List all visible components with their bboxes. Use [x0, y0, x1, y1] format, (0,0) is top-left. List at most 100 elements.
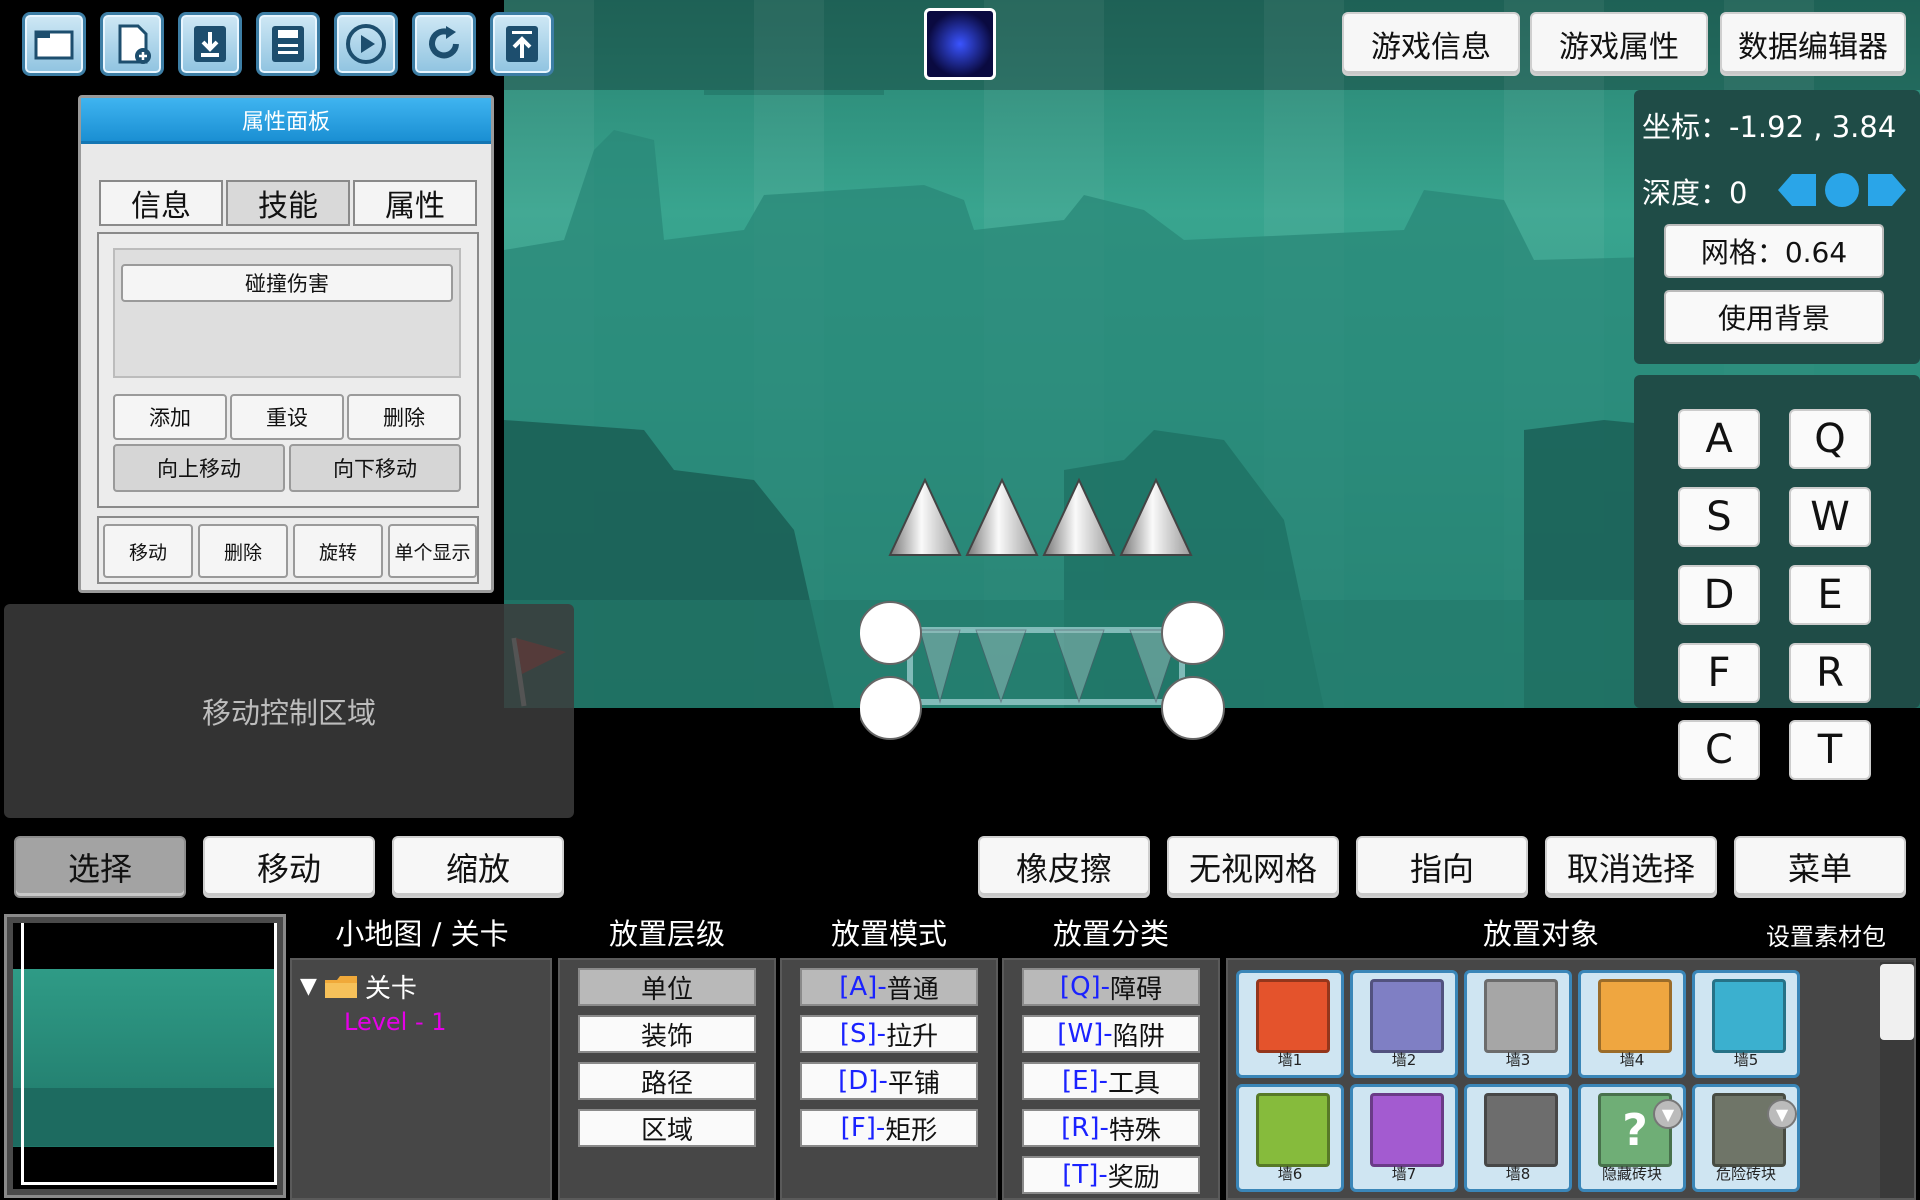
- level-tree: ▼ 关卡 Level - 1: [290, 958, 552, 1200]
- place-mode-title: 放置模式: [830, 917, 947, 951]
- minimap[interactable]: [4, 914, 286, 1198]
- tab-skills[interactable]: 技能: [226, 180, 350, 226]
- move-up-button[interactable]: 向上移动: [113, 444, 285, 492]
- key-f[interactable]: F: [1678, 643, 1760, 703]
- minimap-title: 小地图 / 关卡: [335, 917, 509, 951]
- wall-swatch: [1712, 979, 1786, 1053]
- game-thumbnail[interactable]: [924, 8, 996, 80]
- refresh-icon[interactable]: [412, 12, 476, 76]
- key-s[interactable]: S: [1678, 487, 1760, 547]
- object-hidden-block[interactable]: ? 隐藏砖块 ▼: [1578, 1084, 1686, 1192]
- eraser-button[interactable]: 橡皮擦: [978, 836, 1150, 898]
- grid-size-button[interactable]: 网格：0.64: [1664, 224, 1884, 278]
- data-editor-button[interactable]: 数据编辑器: [1720, 12, 1906, 76]
- list-item[interactable]: 碰撞伤害: [121, 264, 453, 302]
- depth-value: 0: [1729, 176, 1748, 210]
- delete-button[interactable]: 删除: [347, 394, 461, 440]
- category-trap[interactable]: [W]- 陷阱: [1022, 1015, 1200, 1053]
- object-wall-1[interactable]: 墙1: [1236, 970, 1344, 1078]
- key-a[interactable]: A: [1678, 409, 1760, 469]
- key-q[interactable]: Q: [1789, 409, 1871, 469]
- key-e[interactable]: E: [1789, 565, 1871, 625]
- use-background-button[interactable]: 使用背景: [1664, 290, 1884, 344]
- object-label: 危险砖块: [1715, 1165, 1776, 1183]
- move-mode-button[interactable]: 移动: [203, 836, 375, 898]
- download-icon[interactable]: [178, 12, 242, 76]
- new-file-icon[interactable]: [100, 12, 164, 76]
- dropdown-arrow-icon[interactable]: ▼: [1653, 1099, 1683, 1129]
- expand-triangle-icon[interactable]: ▼: [300, 974, 317, 999]
- object-wall-3[interactable]: 墙3: [1464, 970, 1572, 1078]
- rotate-button[interactable]: 旋转: [293, 524, 383, 578]
- save-icon[interactable]: [256, 12, 320, 76]
- category-obstacle[interactable]: [Q]- 障碍: [1022, 968, 1200, 1006]
- dropdown-arrow-icon[interactable]: ▼: [1767, 1099, 1797, 1129]
- tab-info[interactable]: 信息: [99, 180, 223, 226]
- mode-stretch[interactable]: [S]- 拉升: [800, 1015, 978, 1053]
- set-asset-pack-link[interactable]: 设置素材包: [1766, 916, 1886, 952]
- upload-icon[interactable]: [490, 12, 554, 76]
- mode-rect[interactable]: [F]- 矩形: [800, 1109, 978, 1147]
- object-label: 墙1: [1277, 1051, 1303, 1069]
- object-wall-7[interactable]: 墙7: [1350, 1084, 1458, 1192]
- skill-section: 碰撞伤害 添加 重设 删除 向上移动 向下移动: [97, 232, 479, 508]
- wall-swatch: [1370, 979, 1444, 1053]
- property-panel: 属性面板 信息 技能 属性 碰撞伤害 添加 重设 删除 向上移动 向下移动 移动…: [78, 95, 494, 593]
- category-special[interactable]: [R]- 特殊: [1022, 1109, 1200, 1147]
- key-t[interactable]: T: [1789, 720, 1871, 780]
- objects-panel: 墙1 墙2 墙3 墙4 墙5 墙6 墙7 墙8 ? 隐藏砖块 ▼ 危险砖块 ▼: [1226, 958, 1916, 1200]
- category-tool[interactable]: [E]- 工具: [1022, 1062, 1200, 1100]
- wall-swatch: [1484, 1093, 1558, 1167]
- category-key: [W]-: [1057, 1019, 1113, 1049]
- deselect-button[interactable]: 取消选择: [1545, 836, 1717, 898]
- minimap-view-frame: [21, 923, 277, 1185]
- layer-path[interactable]: 路径: [578, 1062, 756, 1100]
- mode-normal[interactable]: [A]- 普通: [800, 968, 978, 1006]
- place-mode-panel: [A]- 普通 [S]- 拉升 [D]- 平铺 [F]- 矩形: [780, 958, 998, 1200]
- object-wall-2[interactable]: 墙2: [1350, 970, 1458, 1078]
- move-control-area[interactable]: 移动控制区域: [4, 604, 574, 818]
- key-w[interactable]: W: [1789, 487, 1871, 547]
- play-icon[interactable]: [334, 12, 398, 76]
- mode-tile[interactable]: [D]- 平铺: [800, 1062, 978, 1100]
- object-wall-6[interactable]: 墙6: [1236, 1084, 1344, 1192]
- scrollbar-thumb[interactable]: [1880, 964, 1914, 1040]
- category-key: [Q]-: [1059, 972, 1111, 1002]
- category-label: 工具: [1108, 1068, 1161, 1099]
- object-danger-block[interactable]: 危险砖块 ▼: [1692, 1084, 1800, 1192]
- direction-button[interactable]: 指向: [1356, 836, 1528, 898]
- category-reward[interactable]: [T]- 奖励: [1022, 1156, 1200, 1194]
- move-object-button[interactable]: 移动: [103, 524, 193, 578]
- ignore-grid-button[interactable]: 无视网格: [1167, 836, 1339, 898]
- object-wall-4[interactable]: 墙4: [1578, 970, 1686, 1078]
- depth-readout: 深度：0: [1642, 170, 1747, 212]
- scale-mode-button[interactable]: 缩放: [392, 836, 564, 898]
- object-wall-5[interactable]: 墙5: [1692, 970, 1800, 1078]
- key-c[interactable]: C: [1678, 720, 1760, 780]
- layer-area[interactable]: 区域: [578, 1109, 756, 1147]
- depth-slider[interactable]: [1776, 170, 1908, 210]
- layer-title: 放置层级: [608, 917, 725, 951]
- mode-label: 拉升: [886, 1021, 939, 1052]
- delete-object-button[interactable]: 删除: [198, 524, 288, 578]
- open-folder-icon[interactable]: [22, 12, 86, 76]
- tab-attributes[interactable]: 属性: [353, 180, 477, 226]
- mode-label: 普通: [886, 974, 939, 1005]
- layer-decoration[interactable]: 装饰: [578, 1015, 756, 1053]
- game-info-button[interactable]: 游戏信息: [1342, 12, 1520, 76]
- level-item[interactable]: Level - 1: [344, 1008, 447, 1036]
- add-button[interactable]: 添加: [113, 394, 227, 440]
- layer-unit[interactable]: 单位: [578, 968, 756, 1006]
- menu-button[interactable]: 菜单: [1734, 836, 1906, 898]
- tree-root[interactable]: ▼ 关卡: [300, 968, 417, 1005]
- object-wall-8[interactable]: 墙8: [1464, 1084, 1572, 1192]
- game-properties-button[interactable]: 游戏属性: [1530, 12, 1708, 76]
- move-down-button[interactable]: 向下移动: [289, 444, 461, 492]
- key-r[interactable]: R: [1789, 643, 1871, 703]
- reset-button[interactable]: 重设: [230, 394, 344, 440]
- single-show-button[interactable]: 单个显示: [388, 524, 477, 578]
- key-d[interactable]: D: [1678, 565, 1760, 625]
- objects-scrollbar[interactable]: [1880, 962, 1914, 1198]
- selected-spike-trap[interactable]: [860, 470, 1240, 740]
- select-mode-button[interactable]: 选择: [14, 836, 186, 898]
